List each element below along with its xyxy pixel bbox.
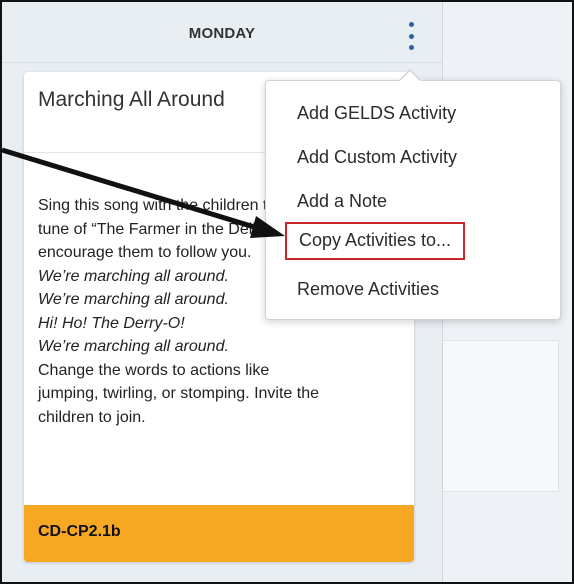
pointer-arrow-icon	[2, 147, 285, 238]
planner-frame: MONDAY Marching All Around Sing this son…	[0, 0, 574, 584]
